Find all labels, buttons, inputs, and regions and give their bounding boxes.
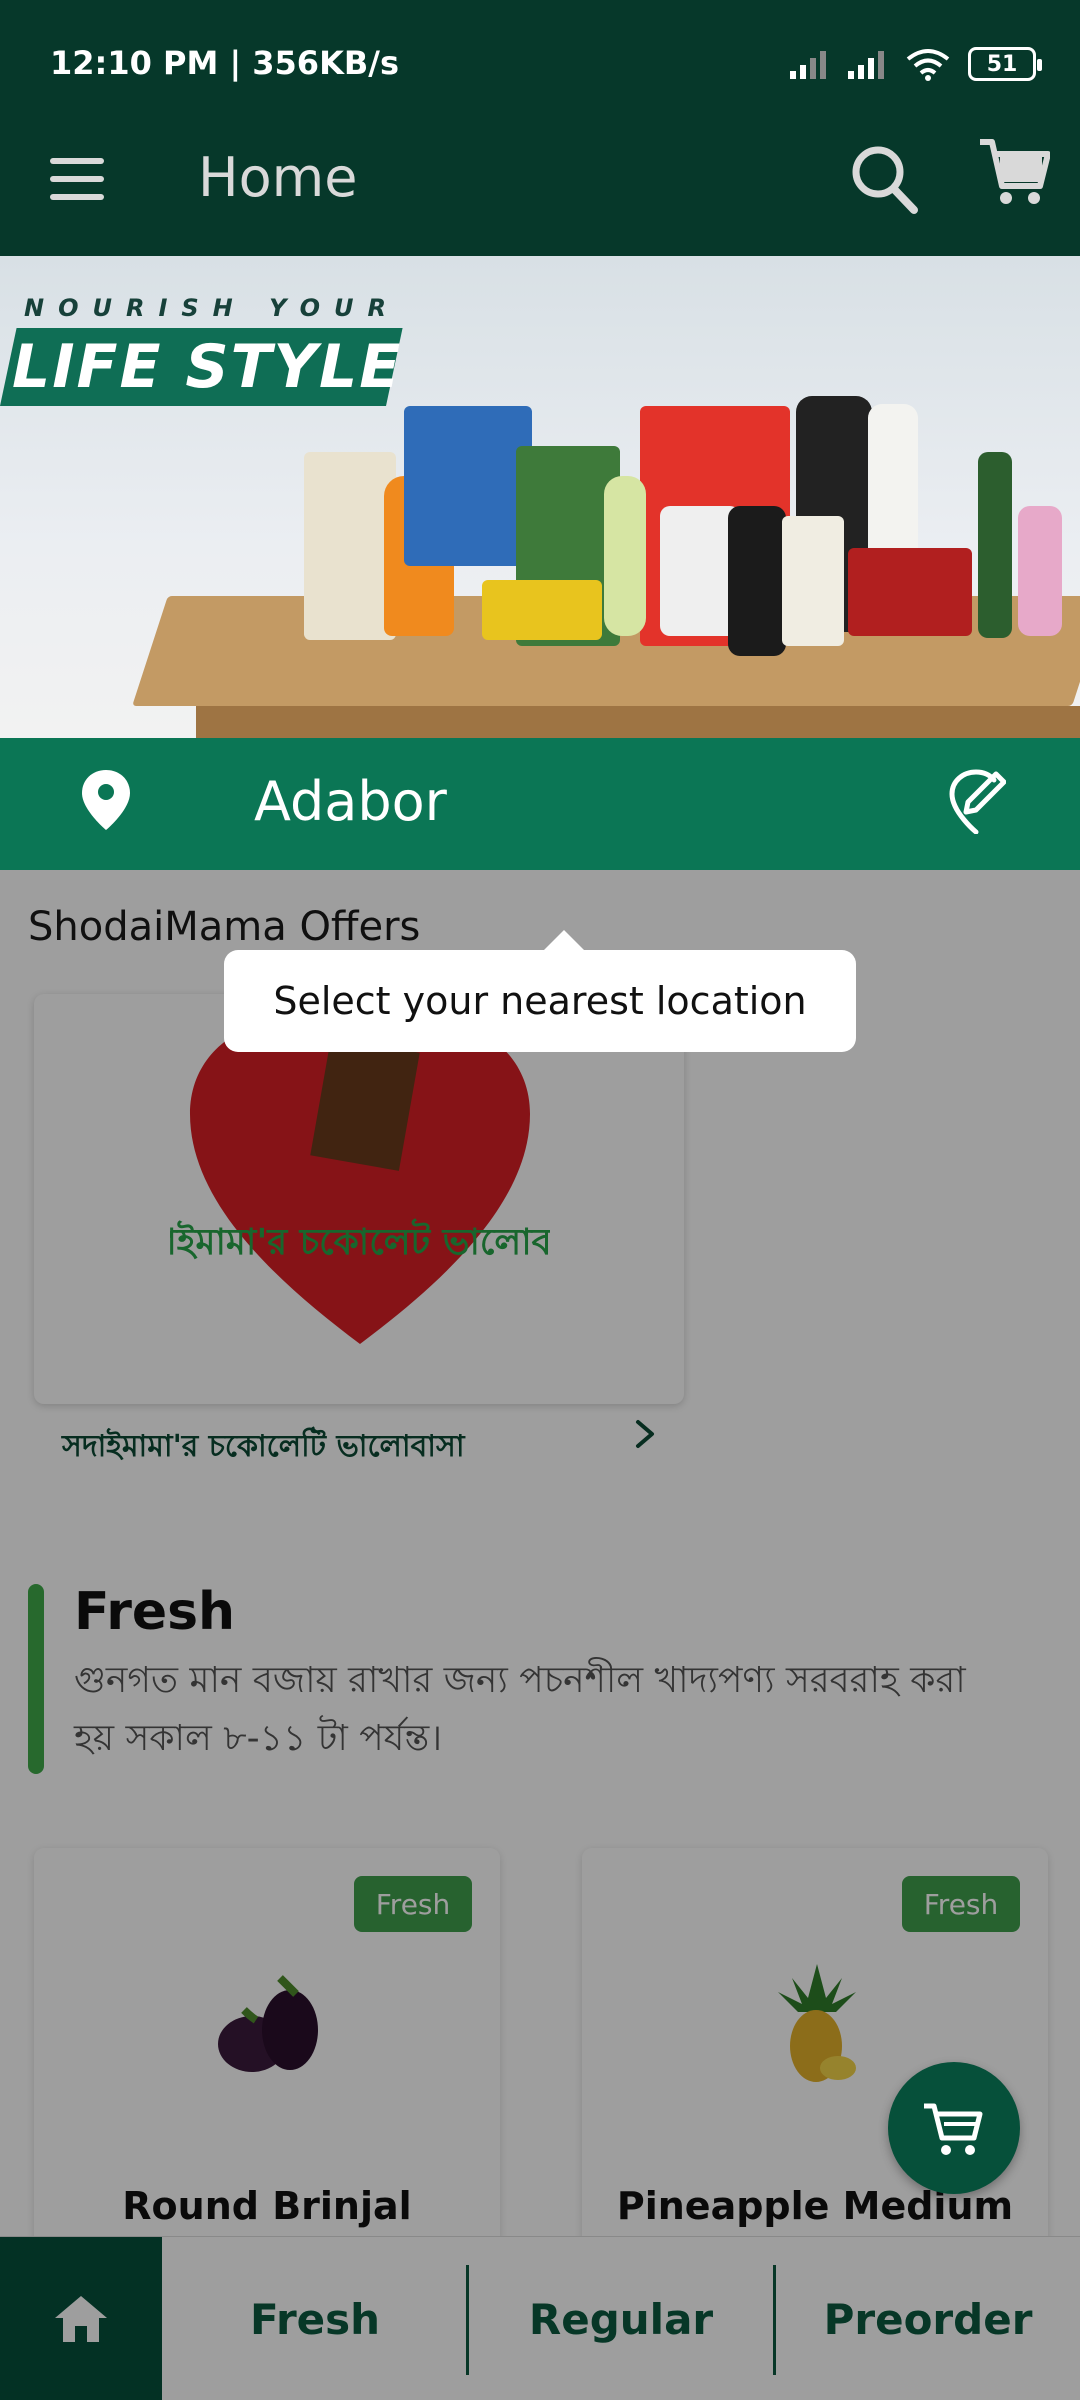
location-name: Adabor — [254, 770, 447, 833]
bottom-dim-overlay — [0, 2236, 1080, 2400]
cart-icon[interactable] — [978, 132, 1050, 212]
status-icons: 51 — [790, 44, 1042, 84]
product-box-illustration — [304, 452, 396, 640]
product-box-illustration — [604, 476, 646, 636]
tooltip-text: Select your nearest location — [273, 979, 807, 1023]
product-box-illustration — [978, 452, 1012, 638]
product-box-illustration — [848, 548, 972, 636]
cart-icon — [924, 2103, 983, 2155]
location-tooltip: Select your nearest location — [224, 930, 856, 1052]
promo-banner[interactable]: NOURISH YOUR LIFE STYLE — [0, 256, 1080, 738]
dim-overlay[interactable] — [0, 870, 1080, 2236]
location-selector[interactable]: Adabor — [0, 738, 1080, 870]
product-box-illustration — [482, 580, 602, 640]
search-icon[interactable] — [848, 138, 920, 218]
status-bar: 12:10 PM | 356KB/s 51 — [0, 0, 1080, 102]
banner-title: LIFE STYLE — [12, 332, 403, 402]
banner-subtitle: NOURISH YOUR — [24, 294, 401, 322]
page-title: Home — [198, 146, 358, 209]
wifi-icon — [906, 49, 950, 81]
product-box-illustration — [728, 506, 786, 656]
floating-cart-button[interactable] — [888, 2062, 1020, 2194]
signal-icon — [790, 51, 826, 79]
battery-icon: 51 — [968, 47, 1042, 81]
status-time: 12:10 PM | 356KB/s — [50, 44, 399, 82]
product-box-illustration — [782, 516, 844, 646]
table-front-illustration — [196, 706, 1080, 738]
product-box-illustration — [1018, 506, 1062, 636]
hamburger-menu-icon[interactable] — [50, 158, 104, 200]
signal-icon — [848, 51, 884, 79]
location-pin-icon — [82, 770, 130, 830]
app-bar: Home — [0, 102, 1080, 256]
edit-location-icon[interactable] — [946, 768, 1006, 834]
product-box-illustration — [404, 406, 532, 566]
